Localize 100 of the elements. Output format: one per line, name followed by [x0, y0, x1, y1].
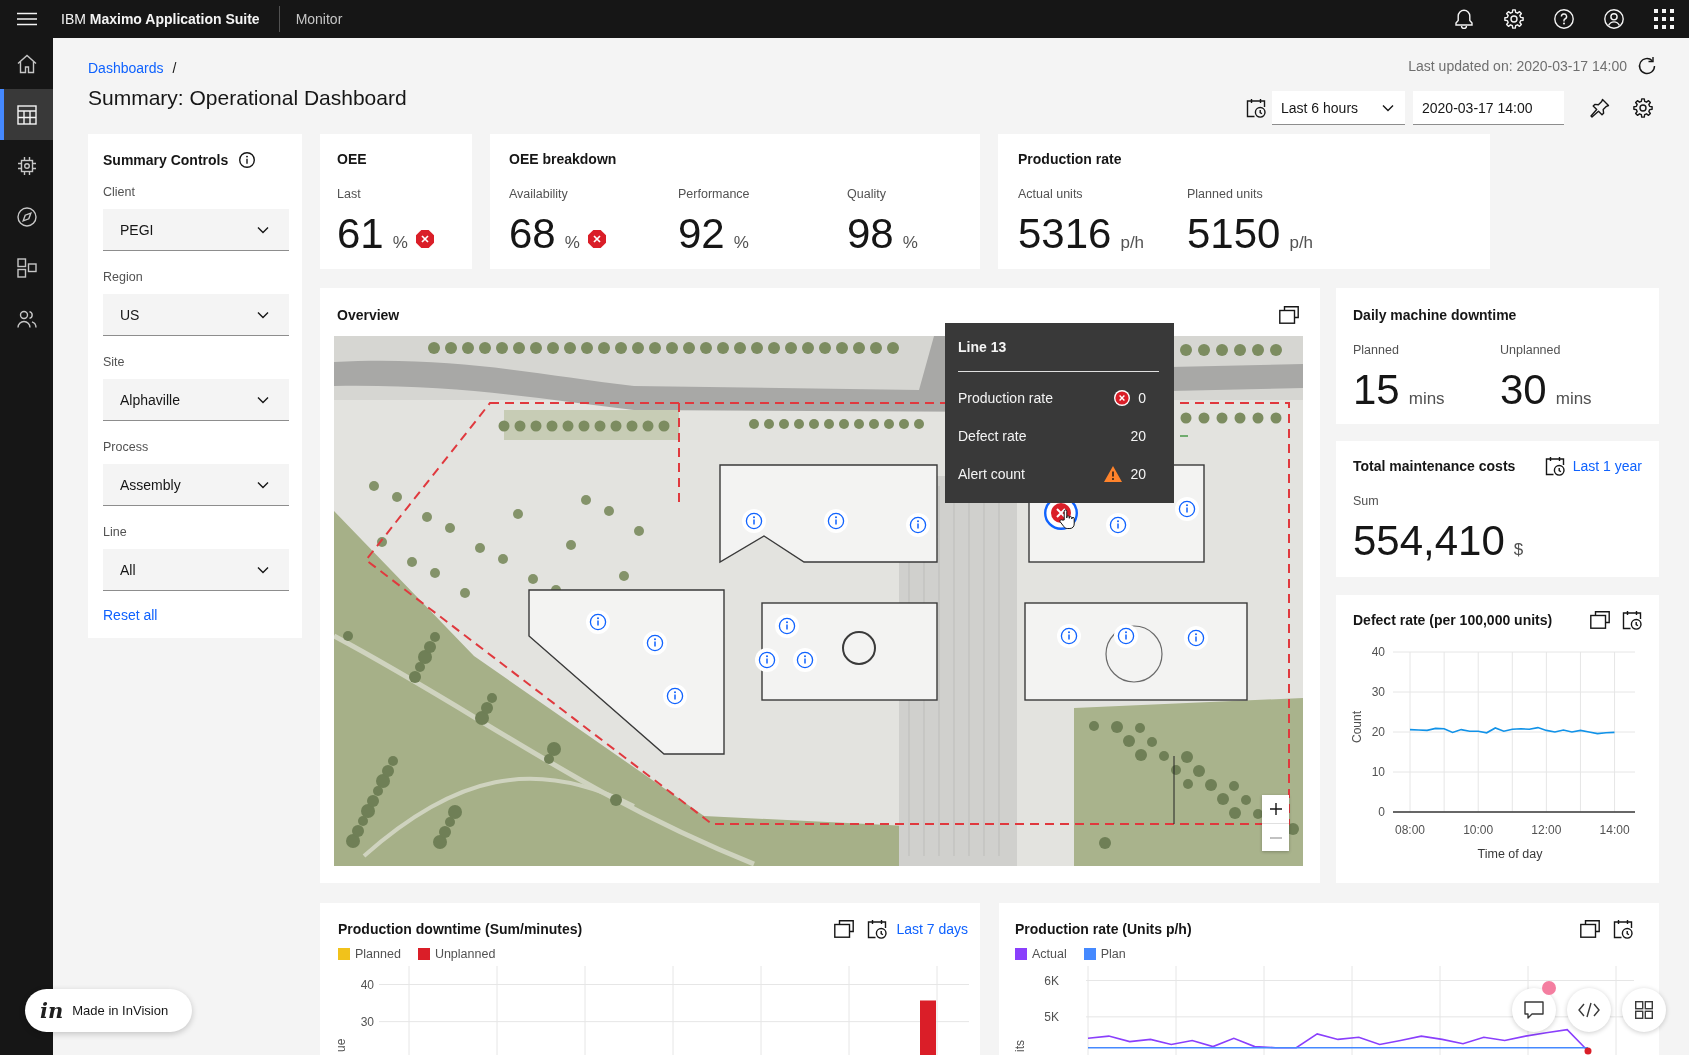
- breadcrumb-link[interactable]: Dashboards: [88, 58, 164, 78]
- info-marker-icon[interactable]: [1106, 513, 1130, 537]
- tooltip-label: Production rate: [958, 390, 1054, 406]
- expand-icon[interactable]: [1279, 306, 1299, 324]
- reset-link[interactable]: Reset all: [103, 605, 158, 625]
- axis-tick-label: 6K: [1044, 973, 1059, 988]
- users-icon[interactable]: [16, 308, 37, 329]
- chevron-down-icon[interactable]: [257, 480, 269, 489]
- dropdown[interactable]: US: [103, 294, 289, 336]
- field-label: Process: [103, 439, 150, 455]
- info-marker-icon[interactable]: [586, 610, 610, 634]
- metric-value: 92: [678, 212, 725, 256]
- compass-icon[interactable]: [16, 206, 37, 227]
- date-field[interactable]: 2020-03-17 14:00: [1413, 91, 1564, 125]
- info-marker-icon[interactable]: [663, 684, 687, 708]
- dot-icon[interactable]: [1542, 981, 1556, 995]
- axis-tick-label: 14:00: [1599, 823, 1630, 837]
- calendar-clock-icon[interactable]: [1613, 919, 1633, 939]
- calendar-clock-icon[interactable]: [867, 919, 888, 939]
- axis-title: Count: [1350, 711, 1364, 743]
- metric-label: Last: [337, 186, 362, 202]
- card-title: Overview: [337, 306, 400, 325]
- metric-value: 68: [509, 212, 556, 256]
- invision-badge[interactable]: in Made in InVision: [25, 989, 192, 1032]
- axis-tick-label: 30: [1371, 685, 1385, 699]
- plus-icon[interactable]: [1269, 803, 1282, 815]
- info-marker-icon[interactable]: [775, 614, 799, 638]
- time-range-dropdown[interactable]: Last 6 hours: [1272, 91, 1405, 125]
- metric-value: 5316: [1018, 212, 1112, 256]
- tooltip-value: 0: [1138, 390, 1146, 406]
- info-marker-icon[interactable]: [1057, 624, 1081, 648]
- metric-label: Performance: [678, 186, 751, 202]
- calendar-clock-icon[interactable]: [1544, 456, 1565, 476]
- chevron-down-icon[interactable]: [257, 565, 269, 574]
- nav-item[interactable]: [0, 89, 53, 140]
- info-marker-icon[interactable]: [742, 509, 766, 533]
- user-icon[interactable]: [1604, 9, 1624, 29]
- field-label: Region: [103, 269, 144, 285]
- info-marker-icon[interactable]: [1114, 624, 1138, 648]
- dropdown[interactable]: All: [103, 549, 289, 591]
- zoom-in-button[interactable]: [1262, 795, 1289, 823]
- metric-label: Unplanned: [1500, 342, 1562, 358]
- info-marker-icon[interactable]: [824, 509, 848, 533]
- axis-tick-label: 08:00: [1395, 823, 1426, 837]
- chevron-down-icon[interactable]: [257, 395, 269, 404]
- dropdown[interactable]: Assembly: [103, 464, 289, 506]
- tooltip-value: 20: [1130, 428, 1146, 444]
- axis-title: ue: [334, 1038, 348, 1052]
- calendar-icon[interactable]: [16, 104, 37, 125]
- metric-label: Availability: [509, 186, 569, 202]
- grid-icon[interactable]: [1635, 1001, 1653, 1019]
- calendar-clock-icon[interactable]: [1622, 610, 1642, 630]
- expand-icon[interactable]: [834, 920, 855, 938]
- bell-icon[interactable]: [1455, 9, 1473, 29]
- calendar-clock-icon[interactable]: [1246, 98, 1266, 118]
- card-title: Daily machine downtime: [1353, 306, 1518, 325]
- card-title: OEE: [337, 150, 368, 169]
- expand-icon[interactable]: [1590, 611, 1610, 629]
- chip-icon[interactable]: [16, 155, 37, 176]
- metric-unit: %: [902, 233, 918, 253]
- axis-title: its: [1013, 1040, 1027, 1052]
- code-icon[interactable]: [1578, 1002, 1600, 1018]
- info-marker-icon[interactable]: [793, 648, 817, 672]
- time-range-link[interactable]: Last 1 year: [1572, 458, 1642, 474]
- info-marker-icon[interactable]: [643, 631, 667, 655]
- metric-unit: p/h: [1289, 233, 1314, 253]
- axis-tick-label: 12:00: [1531, 823, 1562, 837]
- expand-icon[interactable]: [1580, 920, 1600, 938]
- axis-tick-label: 10: [1371, 765, 1385, 779]
- chevron-down-icon[interactable]: [257, 225, 269, 234]
- info-marker-icon[interactable]: [1184, 626, 1208, 650]
- field-label: Site: [103, 354, 126, 370]
- dropdown[interactable]: Alphaville: [103, 379, 289, 421]
- info-marker-icon[interactable]: [1175, 497, 1199, 521]
- info-icon[interactable]: [239, 152, 256, 168]
- dropdown[interactable]: PEGI: [103, 209, 289, 251]
- comment-icon[interactable]: [1524, 1001, 1544, 1019]
- card-title: OEE breakdown: [509, 150, 618, 169]
- axis-tick-label: 40: [360, 977, 374, 992]
- menu-icon[interactable]: [16, 12, 37, 26]
- info-marker-icon[interactable]: [755, 648, 779, 672]
- tooltip-label: Defect rate: [958, 428, 1028, 444]
- app-grid-icon[interactable]: [1654, 9, 1674, 29]
- metric-unit: mins: [1555, 389, 1592, 409]
- tooltip-label: Alert count: [958, 466, 1026, 482]
- info-marker-icon[interactable]: [906, 513, 930, 537]
- home-icon[interactable]: [16, 53, 37, 74]
- help-icon[interactable]: [1554, 9, 1574, 29]
- metric-label: Planned: [1353, 342, 1400, 358]
- squares-icon[interactable]: [16, 257, 37, 278]
- pin-icon[interactable]: [1590, 98, 1610, 118]
- last-updated-text: Last updated on: 2020-03-17 14:00: [1408, 58, 1627, 74]
- settings-icon[interactable]: [1633, 98, 1653, 118]
- metric-value: 98: [847, 212, 894, 256]
- chevron-down-icon[interactable]: [257, 310, 269, 319]
- time-range-link[interactable]: Last 7 days: [896, 921, 968, 937]
- app-title: IBM Maximo Application Suite: [61, 11, 260, 27]
- chevron-down-icon[interactable]: [1382, 103, 1394, 112]
- metric-unit: mins: [1408, 389, 1445, 409]
- metric-unit: %: [564, 233, 580, 253]
